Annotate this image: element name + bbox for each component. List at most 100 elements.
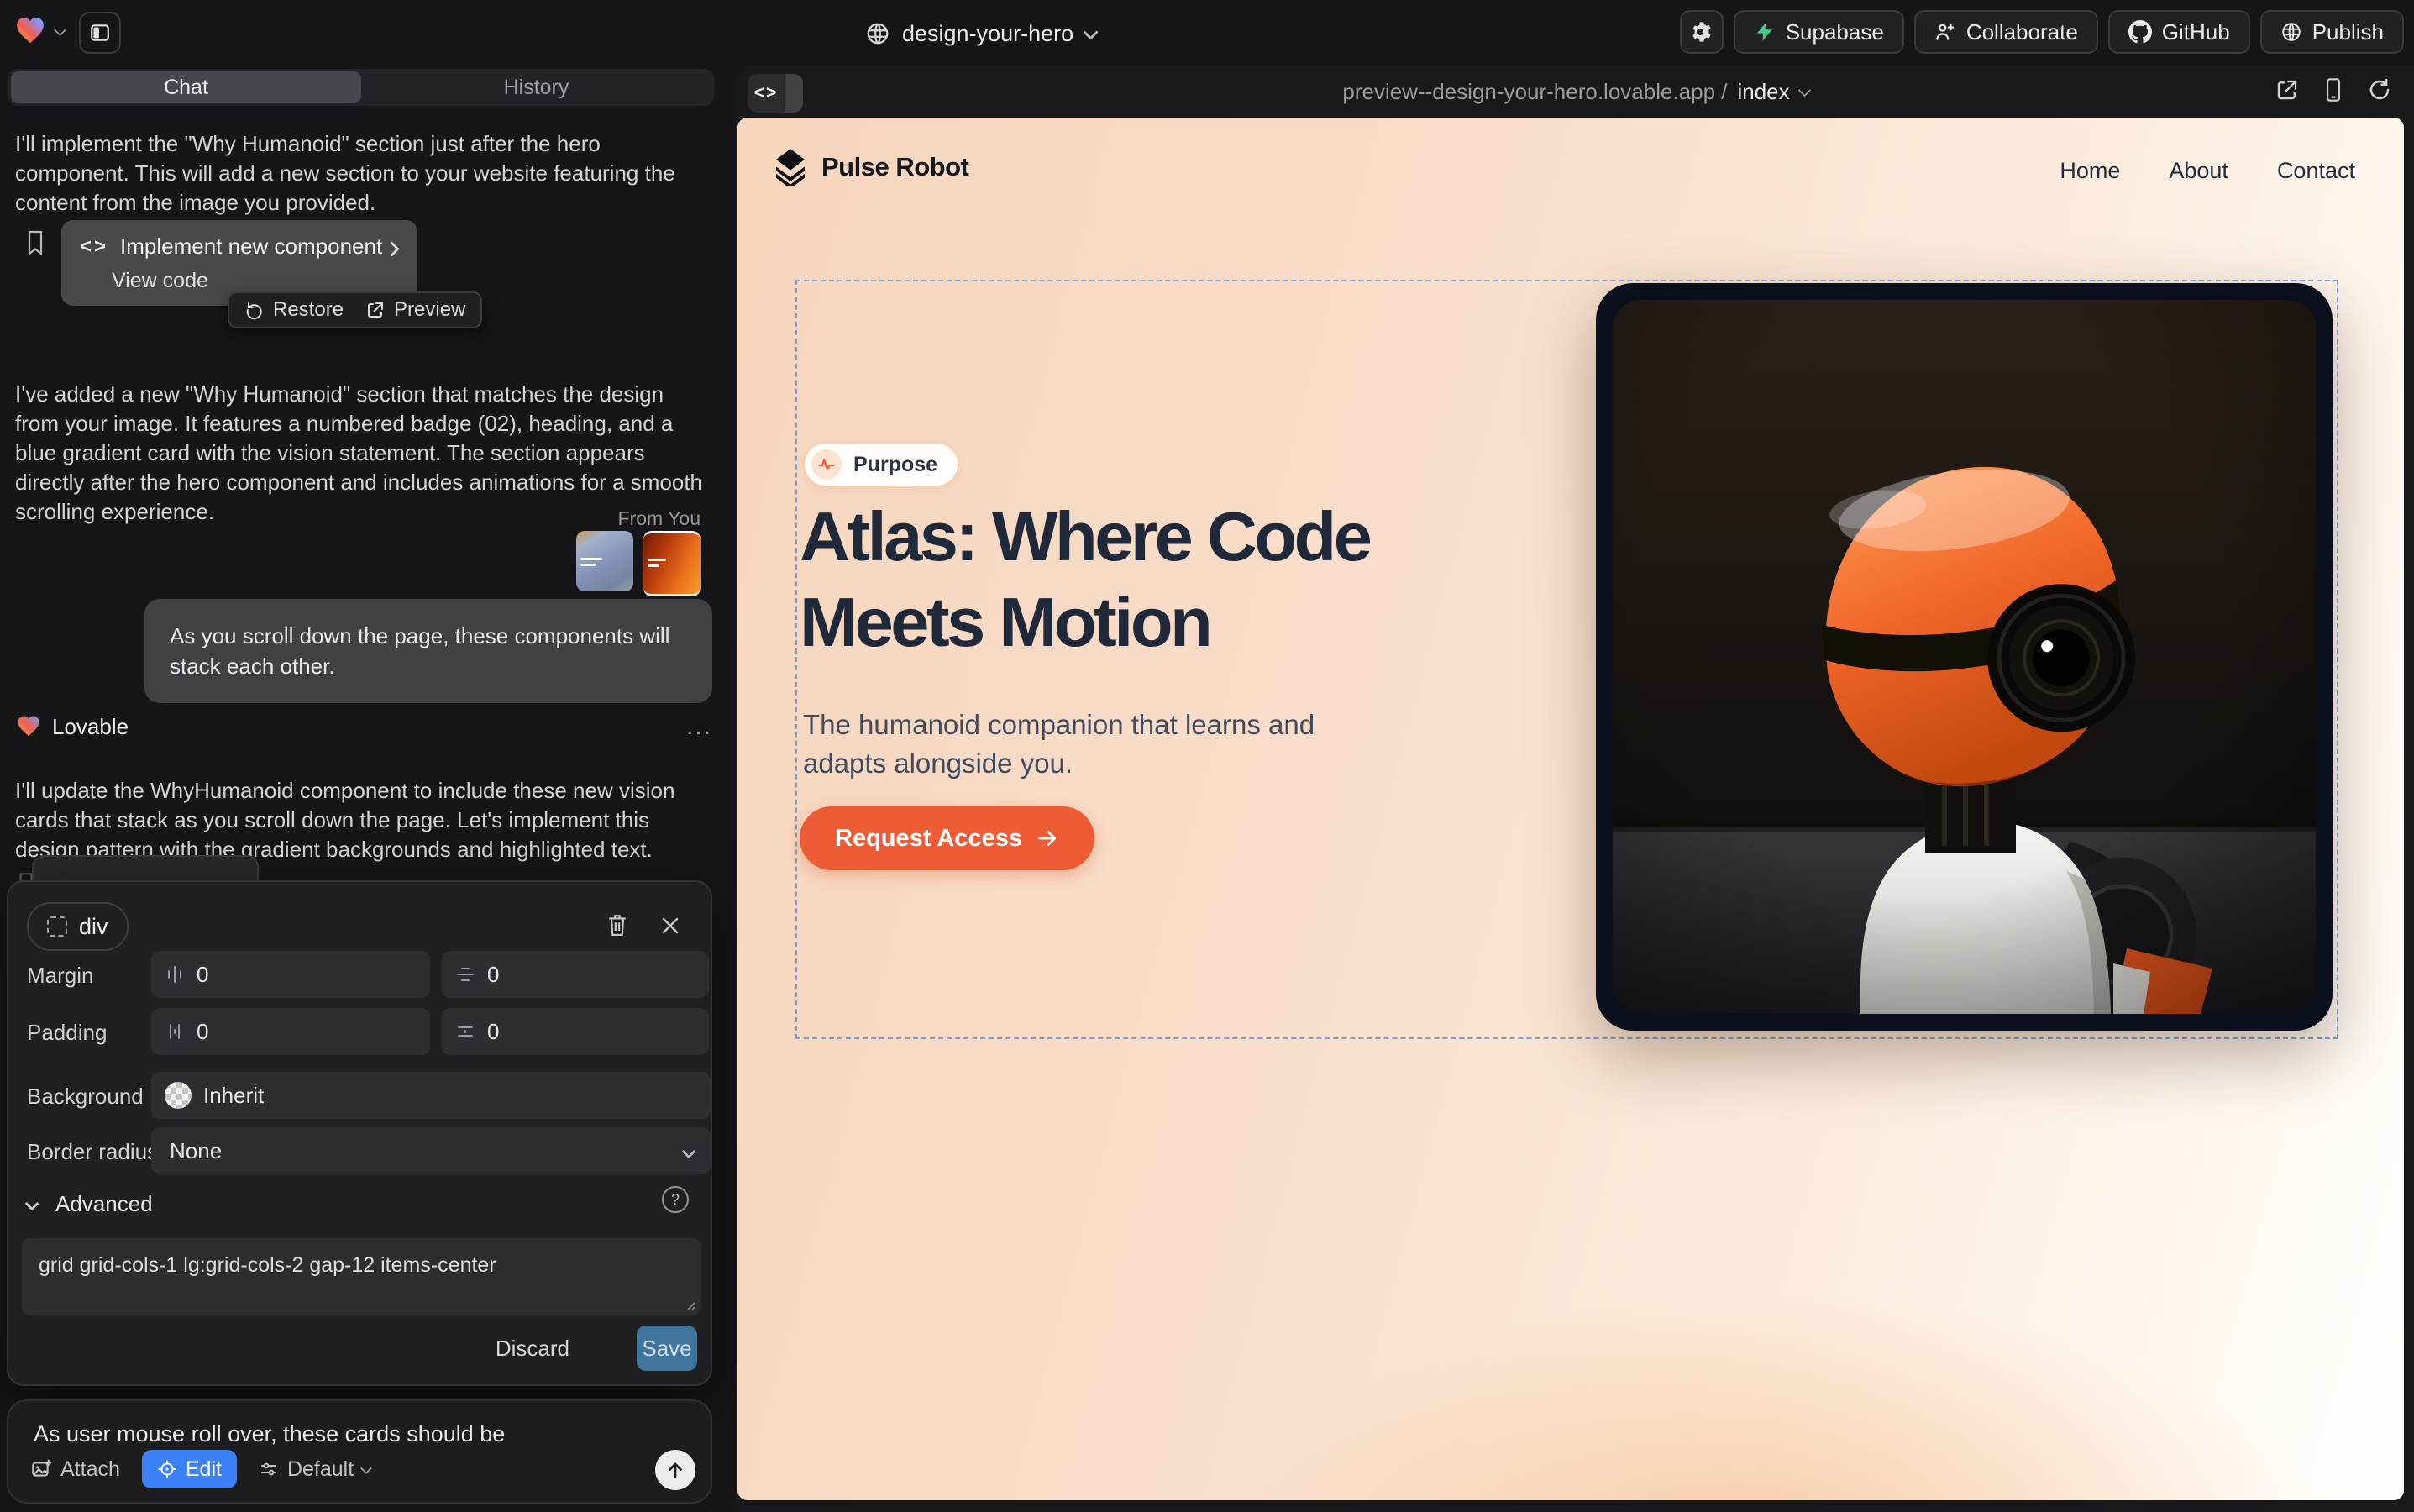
bookmark-icon[interactable] [25, 230, 45, 255]
padding-y-input[interactable]: 0 [442, 1008, 709, 1055]
gear-icon [1690, 20, 1713, 44]
preview-toolbar-icons [2275, 77, 2392, 102]
model-selector[interactable]: Default [259, 1457, 370, 1482]
composer-draft-text[interactable]: As user mouse roll over, these cards sho… [34, 1421, 505, 1447]
border-radius-value: None [170, 1138, 222, 1164]
pulse-robot-logo-icon [773, 148, 808, 186]
site-brand[interactable]: Pulse Robot [773, 148, 968, 186]
supabase-button[interactable]: Supabase [1734, 10, 1904, 54]
background-label: Background [27, 1084, 144, 1110]
attach-label: Attach [60, 1457, 120, 1482]
send-arrow-icon [664, 1459, 686, 1481]
topbar-actions: Supabase Collaborate GitHub Publish [1680, 10, 2404, 54]
code-icon: <> [80, 235, 108, 259]
tab-chat[interactable]: Chat [11, 71, 361, 103]
attached-image-thumbnail[interactable] [576, 531, 633, 591]
nav-about[interactable]: About [2169, 158, 2228, 184]
delete-element-button[interactable] [606, 912, 628, 937]
selected-element-tag: div [79, 914, 108, 940]
publish-button[interactable]: Publish [2260, 10, 2404, 54]
edit-mode-button[interactable]: Edit [142, 1450, 237, 1488]
tailwind-classes-input[interactable]: grid grid-cols-1 lg:grid-cols-2 gap-12 i… [22, 1238, 701, 1315]
expand-chevron-icon[interactable] [384, 241, 399, 256]
padding-y-value: 0 [487, 1019, 499, 1045]
preview-url-host: preview--design-your-hero.lovable.app / [1342, 79, 1727, 105]
background-input[interactable]: Inherit [151, 1072, 711, 1119]
user-message-bubble: As you scroll down the page, these compo… [144, 599, 712, 703]
open-in-new-tab-button[interactable] [2275, 77, 2300, 102]
margin-x-input[interactable]: 0 [151, 951, 430, 998]
collaborate-people-icon [1934, 21, 1956, 43]
chat-history-tabs: Chat History [8, 69, 714, 106]
refresh-button[interactable] [2367, 77, 2392, 102]
pulse-icon [811, 449, 842, 480]
hero-robot-card [1596, 283, 2333, 1031]
mobile-preview-button[interactable] [2322, 77, 2345, 102]
send-button[interactable] [655, 1450, 695, 1490]
sidebar-panel-icon [89, 22, 111, 44]
project-switcher[interactable]: design-your-hero [865, 18, 1096, 49]
preview-version-button[interactable]: Preview [365, 298, 465, 322]
project-chevron-icon [1083, 24, 1098, 39]
request-access-button[interactable]: Request Access [800, 806, 1094, 870]
nav-contact[interactable]: Contact [2277, 158, 2355, 184]
resize-handle[interactable] [684, 1299, 695, 1310]
hero-heading-line2: Meets Motion [800, 580, 1369, 665]
element-inspector-panel: div Margin 0 0 Padding 0 0 Background [7, 880, 712, 1386]
github-button[interactable]: GitHub [2108, 10, 2250, 54]
robot-illustration [1613, 300, 2316, 1014]
model-chevron-icon [360, 1462, 372, 1473]
background-value: Inherit [203, 1083, 264, 1109]
workspace-chevron-icon [54, 23, 67, 36]
assistant-message: I've added a new "Why Humanoid" section … [15, 380, 706, 527]
margin-label: Margin [27, 963, 93, 989]
padding-x-value: 0 [197, 1019, 208, 1045]
vertical-spacing-icon [455, 964, 475, 984]
project-name: design-your-hero [902, 21, 1073, 47]
hero-subheading: The humanoid companion that learns and a… [803, 706, 1391, 783]
supabase-label: Supabase [1786, 19, 1884, 45]
request-access-label: Request Access [835, 825, 1022, 853]
view-code-link[interactable]: View code [112, 269, 208, 293]
site-header: Pulse Robot Home About Contact [737, 118, 2404, 218]
restore-icon [244, 300, 265, 320]
border-radius-select[interactable]: None [151, 1127, 711, 1174]
attach-image-icon [30, 1458, 52, 1480]
tab-history[interactable]: History [361, 71, 711, 103]
restore-label: Restore [273, 298, 344, 322]
padding-x-input[interactable]: 0 [151, 1008, 430, 1055]
restore-button[interactable]: Restore [244, 298, 344, 322]
message-menu-button[interactable]: ... [686, 712, 712, 741]
preview-pane: <> preview--design-your-hero.lovable.app… [737, 66, 2414, 1512]
nav-home[interactable]: Home [2060, 158, 2120, 184]
preview-toolbar: <> preview--design-your-hero.lovable.app… [737, 66, 2414, 118]
collaborate-button[interactable]: Collaborate [1914, 10, 2098, 54]
advanced-section-toggle[interactable]: Advanced [27, 1191, 153, 1217]
app-topbar: design-your-hero Supabase Collaborate [0, 0, 2414, 66]
border-radius-label: Border radius [27, 1139, 158, 1165]
preview-url-selector[interactable]: preview--design-your-hero.lovable.app / … [737, 66, 2414, 118]
close-panel-button[interactable] [660, 916, 680, 936]
transparency-swatch-icon [165, 1082, 192, 1109]
attached-image-thumbnail[interactable] [643, 531, 701, 596]
selected-element-chip[interactable]: div [27, 902, 129, 951]
advanced-chevron-icon [25, 1196, 39, 1210]
attach-button[interactable]: Attach [30, 1457, 120, 1482]
margin-y-input[interactable]: 0 [442, 951, 709, 998]
chat-composer[interactable]: As user mouse roll over, these cards sho… [7, 1399, 712, 1504]
preview-label: Preview [394, 298, 465, 322]
save-button[interactable]: Save [637, 1326, 697, 1371]
help-icon[interactable]: ? [662, 1186, 689, 1213]
horizontal-spacing-icon [165, 964, 185, 984]
discard-button[interactable]: Discard [496, 1336, 569, 1362]
assistant-message: I'll update the WhyHumanoid component to… [15, 776, 702, 864]
lovable-home-button[interactable] [13, 15, 65, 47]
site-brand-name: Pulse Robot [821, 152, 968, 182]
toggle-sidebar-button[interactable] [79, 12, 121, 54]
padding-label: Padding [27, 1020, 107, 1046]
refresh-icon [2367, 77, 2392, 102]
github-label: GitHub [2162, 19, 2230, 45]
settings-button[interactable] [1680, 10, 1724, 54]
composer-toolbar: Attach Edit Default [30, 1450, 370, 1488]
vertical-padding-icon [455, 1021, 475, 1042]
